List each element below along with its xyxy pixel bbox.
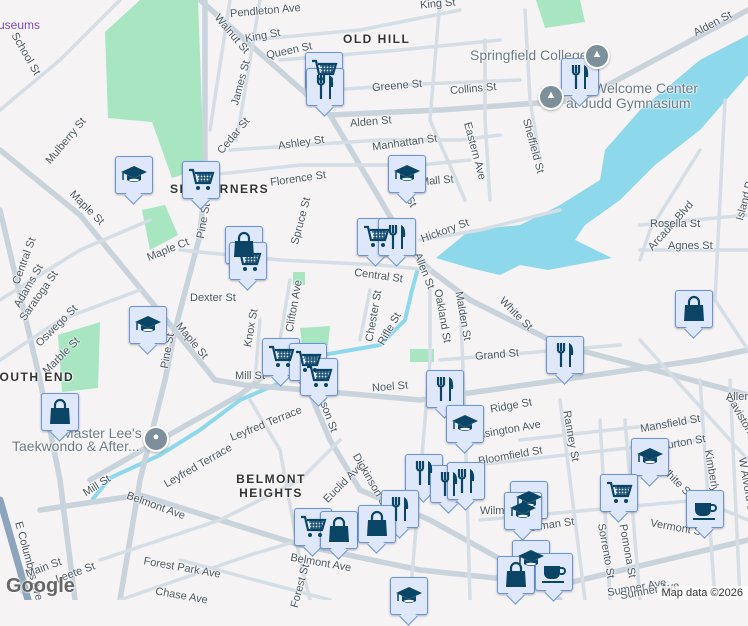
road [430, 0, 465, 200]
grad-marker[interactable] [446, 405, 484, 443]
cart-marker[interactable] [182, 161, 220, 199]
shopping-bag-icon [502, 561, 530, 589]
shopping-cart-icon [305, 363, 333, 391]
graduation-cap-icon [451, 410, 479, 438]
coffee-cup-icon [691, 495, 719, 523]
fork-marker[interactable] [561, 58, 599, 96]
restaurant-icon [311, 73, 339, 101]
grad-marker[interactable] [631, 438, 669, 476]
coffee-marker[interactable] [535, 553, 573, 591]
map-attribution[interactable]: Map data ©2026 [657, 586, 748, 600]
shopping-cart-icon [267, 343, 295, 371]
place-label: Welcome Center [594, 80, 698, 96]
bag-marker[interactable] [358, 505, 396, 543]
street-label: Rosella St [650, 218, 700, 230]
bag-marker[interactable] [41, 393, 79, 431]
shopping-bag-icon [325, 516, 353, 544]
graduation-cap-icon [134, 311, 162, 339]
shopping-cart-icon [187, 166, 215, 194]
master-lees-pin[interactable]: ● [143, 426, 169, 452]
shopping-cart-icon [234, 247, 262, 275]
neighborhood-label: BELMONT HEIGHTS [236, 472, 306, 500]
coffee-marker[interactable] [686, 490, 724, 528]
fork-marker[interactable] [378, 218, 416, 256]
road [410, 290, 430, 600]
grad-marker[interactable] [115, 156, 153, 194]
neighborhood-label: OLD HILL [343, 32, 410, 46]
street-label: Dexter St [190, 292, 236, 304]
restaurant-icon [566, 63, 594, 91]
street-label: Agnes St [668, 240, 713, 252]
graduation-cap-icon [395, 582, 423, 610]
graduation-cap-icon [120, 161, 148, 189]
street-label: Allen St [726, 391, 748, 403]
restaurant-icon [383, 223, 411, 251]
neighborhood-label: SOUTH END [0, 370, 74, 384]
welcome-center-pin[interactable]: ▲ [538, 84, 564, 110]
shopping-bag-icon [46, 398, 74, 426]
graduation-cap-icon [509, 497, 537, 525]
google-logo: Google [6, 575, 75, 598]
road [230, 135, 500, 150]
grad-marker[interactable] [504, 492, 542, 530]
street-label: Mill St [235, 370, 265, 382]
restaurant-icon [452, 467, 480, 495]
restaurant-icon [410, 459, 438, 487]
fork-marker[interactable] [306, 68, 344, 106]
graduation-cap-icon: ▲ [540, 89, 562, 101]
graduation-cap-icon: ▲ [586, 48, 608, 60]
road [715, 100, 748, 350]
shopping-cart-icon [605, 479, 633, 507]
graduation-cap-icon [393, 160, 421, 188]
road [210, 160, 470, 175]
restaurant-icon [551, 341, 579, 369]
road [0, 0, 120, 110]
graduation-cap-icon [636, 443, 664, 471]
shopping-cart-icon [299, 513, 327, 541]
grad-marker[interactable] [390, 577, 428, 615]
cart-marker[interactable] [229, 242, 267, 280]
fork-marker[interactable] [447, 462, 485, 500]
restaurant-icon [431, 375, 459, 403]
place-label: Taekwondo & After... [12, 438, 140, 454]
grad-marker[interactable] [129, 306, 167, 344]
cart-marker[interactable] [300, 358, 338, 396]
shopping-bag-icon [680, 295, 708, 323]
coffee-cup-icon [540, 558, 568, 586]
fork-marker[interactable] [546, 336, 584, 374]
grad-marker[interactable] [388, 155, 426, 193]
cart-marker[interactable] [600, 474, 638, 512]
place-icon: ● [145, 431, 167, 443]
bag-marker[interactable] [320, 511, 358, 549]
bag-marker[interactable] [675, 290, 713, 328]
place-label: Museums [0, 18, 40, 32]
shopping-bag-icon [363, 510, 391, 538]
bag-marker[interactable] [497, 556, 535, 594]
fork-marker[interactable] [426, 370, 464, 408]
